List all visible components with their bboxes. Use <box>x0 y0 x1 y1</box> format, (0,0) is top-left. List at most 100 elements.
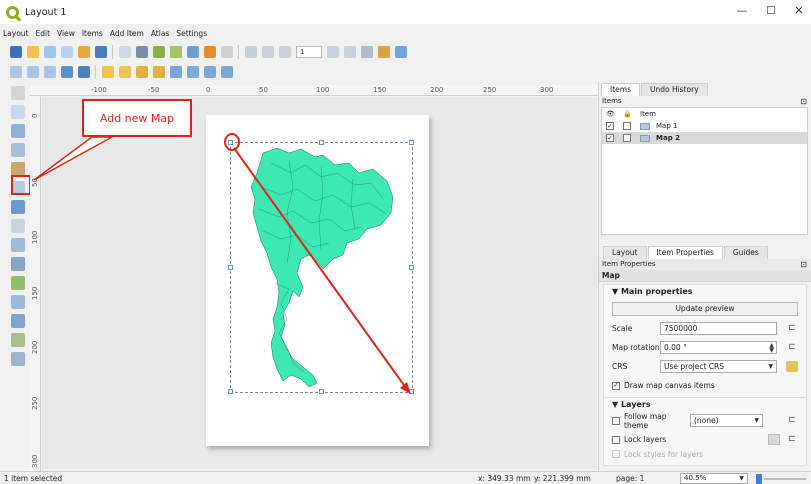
update-preview-button[interactable]: Update preview <box>612 302 798 316</box>
menu-add-item[interactable]: Add Item <box>110 29 144 38</box>
lock-layers-checkbox[interactable] <box>612 435 620 444</box>
resize-handle[interactable] <box>319 389 324 394</box>
zoom-out-icon[interactable] <box>27 66 39 78</box>
refresh-icon[interactable] <box>78 66 90 78</box>
float-panel-icon[interactable]: ⊡ <box>800 259 807 270</box>
ungroup-icon[interactable] <box>119 66 131 78</box>
menu-view[interactable]: View <box>57 29 75 38</box>
scale-input[interactable]: 7500000 <box>660 322 777 335</box>
zoom-tool-icon[interactable] <box>11 105 25 119</box>
draw-canvas-row[interactable]: ✓ Draw map canvas items <box>604 376 806 395</box>
save-icon[interactable] <box>10 46 22 58</box>
menu-settings[interactable]: Settings <box>176 29 207 38</box>
data-defined-override-icon[interactable]: ⊏ <box>786 323 798 334</box>
data-defined-override-icon[interactable]: ⊏ <box>786 434 798 445</box>
follow-theme-checkbox[interactable] <box>612 416 620 425</box>
new-layout-icon[interactable] <box>27 46 39 58</box>
pan-icon[interactable] <box>11 86 25 100</box>
add-3d-map-icon[interactable] <box>11 200 25 214</box>
resize-handle[interactable] <box>409 140 414 145</box>
visible-checkbox[interactable]: ✓ <box>606 122 614 130</box>
resize-icon[interactable] <box>221 66 233 78</box>
minimize-button[interactable]: — <box>734 4 750 17</box>
menu-items[interactable]: Items <box>82 29 103 38</box>
lock-styles-checkbox[interactable] <box>612 450 620 458</box>
resize-handle[interactable] <box>409 389 414 394</box>
menu-layout[interactable]: Layout <box>3 29 29 38</box>
resize-handle[interactable] <box>228 389 233 394</box>
zoom-slider-handle[interactable] <box>756 474 762 484</box>
zoom-full-icon[interactable] <box>61 66 73 78</box>
add-scalebar-icon[interactable] <box>11 276 25 290</box>
list-item[interactable]: ✓ Map 1 <box>602 120 807 132</box>
tab-items[interactable]: Items <box>601 83 640 96</box>
set-layer-list-icon[interactable] <box>768 434 780 445</box>
layers-group[interactable]: ▼ Layers <box>604 397 806 411</box>
atlas-page-spinbox[interactable]: 1 <box>296 46 322 58</box>
draw-canvas-checkbox[interactable]: ✓ <box>612 381 620 390</box>
raise-items-icon[interactable] <box>170 66 182 78</box>
menu-atlas[interactable]: Atlas <box>151 29 170 38</box>
spin-arrows-icon[interactable]: ▲ ▼ <box>769 343 774 354</box>
resize-handle[interactable] <box>228 265 233 270</box>
page-setup-icon[interactable] <box>119 46 131 58</box>
atlas-settings-icon[interactable] <box>395 46 407 58</box>
export-svg-icon[interactable] <box>170 46 182 58</box>
group-icon[interactable] <box>102 66 114 78</box>
main-properties-group[interactable]: ▼ Main properties <box>604 285 806 299</box>
atlas-preview-icon[interactable] <box>245 46 257 58</box>
save-template-icon[interactable] <box>95 46 107 58</box>
data-defined-override-icon[interactable]: ⊏ <box>786 415 798 426</box>
align-left-icon[interactable] <box>187 66 199 78</box>
layout-page[interactable] <box>206 115 429 446</box>
first-feature-icon[interactable] <box>262 46 274 58</box>
next-feature-icon[interactable] <box>327 46 339 58</box>
edit-nodes-icon[interactable] <box>11 162 25 176</box>
theme-select[interactable]: (none) ▼ <box>690 414 763 427</box>
last-feature-icon[interactable] <box>344 46 356 58</box>
export-image-icon[interactable] <box>153 46 165 58</box>
zoom-actual-icon[interactable] <box>44 66 56 78</box>
map-item-frame[interactable] <box>228 140 414 394</box>
add-label-icon[interactable] <box>11 238 25 252</box>
add-legend-icon[interactable] <box>11 257 25 271</box>
move-content-icon[interactable] <box>11 143 25 157</box>
undo-icon[interactable] <box>204 46 216 58</box>
data-defined-override-icon[interactable]: ⊏ <box>786 342 798 353</box>
layout-manager-icon[interactable] <box>61 46 73 58</box>
add-node-item-icon[interactable] <box>11 314 25 328</box>
open-template-icon[interactable] <box>78 46 90 58</box>
layout-canvas[interactable] <box>42 97 597 469</box>
lock-checkbox[interactable] <box>623 122 631 130</box>
tab-guides[interactable]: Guides <box>723 246 768 259</box>
select-crs-icon[interactable] <box>786 361 798 372</box>
list-item[interactable]: ✓ Map 2 <box>602 132 807 144</box>
add-attribute-table-icon[interactable] <box>11 352 25 366</box>
maximize-button[interactable]: ☐ <box>763 4 779 17</box>
resize-handle[interactable] <box>409 265 414 270</box>
tab-item-properties[interactable]: Item Properties <box>647 246 723 259</box>
export-pdf-icon[interactable] <box>187 46 199 58</box>
tab-layout[interactable]: Layout <box>603 246 647 259</box>
lock-checkbox[interactable] <box>623 134 631 142</box>
items-tree[interactable]: 👁 🔒 Item ✓ Map 1 ✓ Map 2 <box>601 107 808 235</box>
unlock-items-icon[interactable] <box>153 66 165 78</box>
zoom-slider-track[interactable] <box>764 478 806 480</box>
print-atlas-icon[interactable] <box>361 46 373 58</box>
properties-scroll-area[interactable]: ▼ Main properties Update preview Scale 7… <box>603 284 807 466</box>
distribute-icon[interactable] <box>204 66 216 78</box>
add-html-icon[interactable] <box>11 333 25 347</box>
redo-icon[interactable] <box>221 46 233 58</box>
resize-handle[interactable] <box>319 140 324 145</box>
print-icon[interactable] <box>136 46 148 58</box>
lock-items-icon[interactable] <box>136 66 148 78</box>
zoom-in-icon[interactable] <box>10 66 22 78</box>
resize-handle[interactable] <box>228 140 233 145</box>
add-picture-icon[interactable] <box>11 219 25 233</box>
select-move-icon[interactable] <box>11 124 25 138</box>
add-shape-icon[interactable] <box>11 295 25 309</box>
crs-select[interactable]: Use project CRS ▼ <box>660 360 777 373</box>
tab-undo-history[interactable]: Undo History <box>640 83 708 96</box>
close-button[interactable]: ✕ <box>791 4 807 17</box>
duplicate-layout-icon[interactable] <box>44 46 56 58</box>
